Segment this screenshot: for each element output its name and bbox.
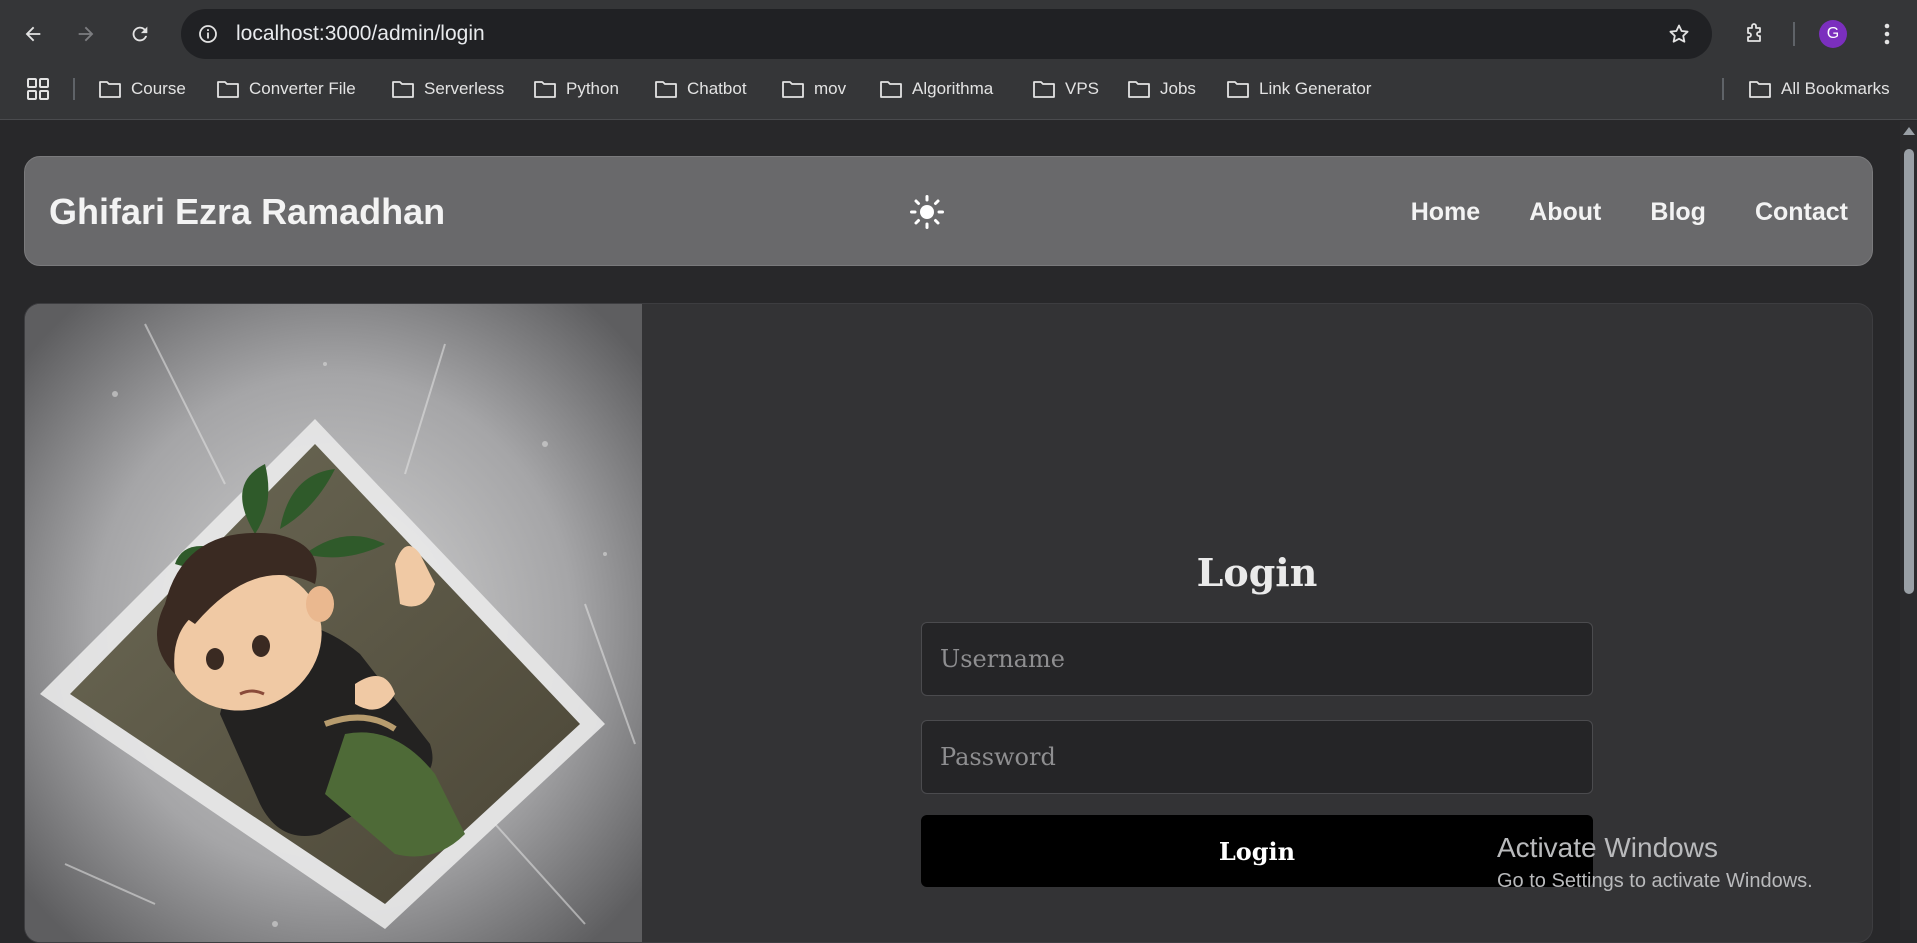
folder-icon — [1227, 81, 1249, 98]
folder-icon — [782, 81, 804, 98]
site-navbar: Ghifari Ezra Ramadhan Home About Blog Co… — [24, 156, 1873, 266]
bookmark-folder-serverless[interactable]: Serverless — [391, 66, 504, 112]
folder-icon — [392, 81, 414, 98]
puzzle-icon — [1747, 23, 1761, 42]
browser-toolbar: localhost:3000/admin/login G — [0, 0, 1917, 66]
page-scrollbar[interactable] — [1900, 121, 1917, 930]
bookmarks-bar: Course Converter File Serverless Python … — [0, 66, 1917, 120]
nav-link-home[interactable]: Home — [1411, 198, 1480, 227]
nav-link-blog[interactable]: Blog — [1650, 198, 1706, 227]
bookmark-folder-course[interactable]: Course — [98, 66, 186, 112]
folder-icon — [655, 81, 677, 98]
page-viewport: Ghifari Ezra Ramadhan Home About Blog Co… — [0, 121, 1900, 943]
folder-icon — [1033, 81, 1055, 98]
bookmark-label: Serverless — [424, 79, 505, 98]
apps-button[interactable] — [26, 66, 50, 112]
sun-icon — [910, 195, 944, 229]
theme-toggle-button[interactable] — [907, 192, 947, 232]
bookmark-label: Algorithma — [912, 79, 994, 98]
login-title: Login — [1196, 550, 1318, 595]
bookmarks-divider — [73, 78, 75, 100]
all-bookmarks-label: All Bookmarks — [1781, 79, 1890, 98]
more-vertical-icon — [1884, 23, 1890, 45]
bookmark-label: Converter File — [249, 79, 356, 98]
reload-icon — [132, 26, 148, 42]
reload-button[interactable] — [121, 15, 159, 53]
login-card: Login Login — [24, 303, 1873, 943]
login-button[interactable]: Login — [921, 815, 1593, 887]
folder-icon — [99, 81, 121, 98]
password-input[interactable] — [921, 720, 1593, 794]
nav-link-about[interactable]: About — [1529, 198, 1601, 227]
folder-icon — [880, 81, 902, 98]
arrow-left-icon — [25, 26, 41, 42]
bookmark-label: mov — [814, 79, 847, 98]
bookmark-folder-algorithma[interactable]: Algorithma — [879, 66, 993, 112]
username-input[interactable] — [921, 622, 1593, 696]
folder-icon — [1128, 81, 1150, 98]
site-brand[interactable]: Ghifari Ezra Ramadhan — [49, 157, 445, 267]
all-bookmarks-button[interactable]: All Bookmarks — [1748, 66, 1890, 112]
avatar-initial: G — [1826, 25, 1840, 42]
sleeping-boy-illustration — [25, 304, 642, 942]
scroll-up-arrow-icon[interactable] — [1903, 127, 1915, 135]
bookmark-label: Jobs — [1160, 79, 1196, 98]
folder-icon — [217, 81, 239, 98]
bookmark-folder-chatbot[interactable]: Chatbot — [654, 66, 747, 112]
bookmark-folder-jobs[interactable]: Jobs — [1127, 66, 1196, 112]
profile-button[interactable]: G — [1814, 15, 1852, 53]
back-button[interactable] — [14, 15, 52, 53]
extensions-button[interactable] — [1735, 15, 1773, 53]
bookmark-folder-link-generator[interactable]: Link Generator — [1226, 66, 1371, 112]
bookmark-label: VPS — [1065, 79, 1100, 98]
login-illustration — [25, 304, 642, 942]
bookmark-label: Chatbot — [687, 79, 747, 98]
site-info-icon[interactable] — [193, 19, 223, 49]
bookmark-folder-converter-file[interactable]: Converter File — [216, 66, 356, 112]
apps-grid-icon — [27, 78, 49, 100]
bookmark-label: Python — [566, 79, 619, 98]
site-nav-links: Home About Blog Contact — [1411, 157, 1848, 267]
arrow-right-icon — [78, 26, 94, 42]
folder-icon — [1749, 81, 1771, 98]
bookmark-label: Course — [131, 79, 186, 98]
forward-button[interactable] — [67, 15, 105, 53]
avatar: G — [1819, 20, 1847, 48]
url-text[interactable]: localhost:3000/admin/login — [236, 9, 485, 59]
bookmarks-divider — [1722, 78, 1724, 100]
bookmark-folder-vps[interactable]: VPS — [1032, 66, 1099, 112]
bookmark-folder-python[interactable]: Python — [533, 66, 619, 112]
bookmark-star-icon[interactable] — [1664, 19, 1694, 49]
address-bar[interactable]: localhost:3000/admin/login — [181, 9, 1712, 59]
bookmark-label: Link Generator — [1259, 79, 1372, 98]
toolbar-divider — [1793, 22, 1795, 46]
scrollbar-thumb[interactable] — [1904, 149, 1914, 594]
nav-link-contact[interactable]: Contact — [1755, 198, 1848, 227]
bookmark-folder-mov[interactable]: mov — [781, 66, 846, 112]
folder-icon — [534, 81, 556, 98]
menu-button[interactable] — [1868, 15, 1906, 53]
